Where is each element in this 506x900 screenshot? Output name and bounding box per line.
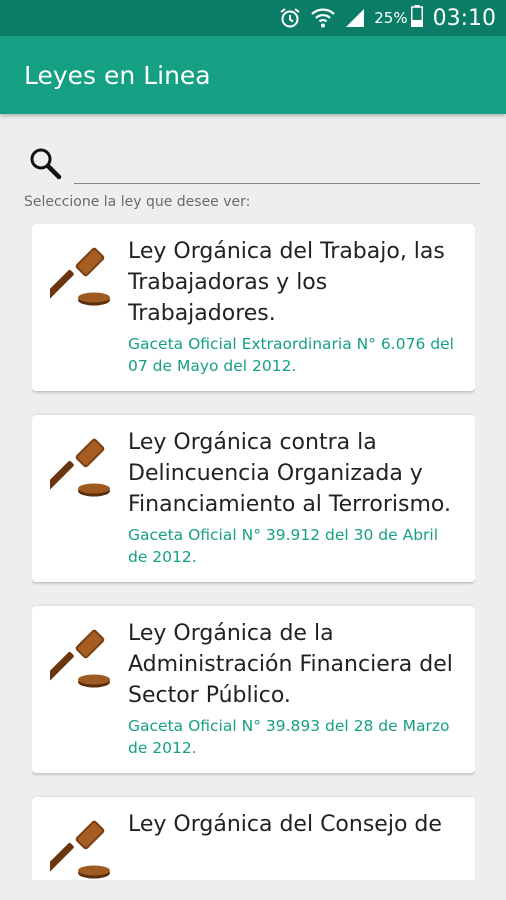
law-gazette: Gaceta Oficial N° 39.893 del 28 de Marzo…: [128, 717, 450, 757]
law-list: Ley Orgánica del Trabajo, las Trabajador…: [32, 224, 475, 880]
law-card[interactable]: Ley Orgánica del Consejo de: [32, 797, 475, 880]
gavel-icon: [44, 815, 112, 880]
wifi-icon: [310, 6, 336, 30]
search-icon[interactable]: [28, 146, 62, 180]
gavel-icon: [44, 624, 112, 690]
law-title: Ley Orgánica contra la Delincuencia Orga…: [128, 430, 451, 517]
law-title: Ley Orgánica del Consejo de: [128, 812, 442, 837]
gavel-icon: [44, 433, 112, 499]
law-gazette: Gaceta Oficial N° 39.912 del 30 de Abril…: [128, 526, 439, 566]
bottom-edge: [0, 880, 506, 900]
battery-icon: [410, 5, 423, 31]
law-title: Ley Orgánica de la Administración Financ…: [128, 621, 453, 708]
law-card[interactable]: Ley Orgánica contra la Delincuencia Orga…: [32, 415, 475, 582]
search-input[interactable]: [74, 142, 480, 184]
app-bar: Leyes en Linea: [0, 36, 506, 114]
alarm-icon: [278, 6, 302, 30]
clock-time: 03:10: [432, 5, 496, 31]
law-title: Ley Orgánica del Trabajo, las Trabajador…: [128, 239, 445, 326]
law-gazette: Gaceta Oficial Extraordinaria N° 6.076 d…: [128, 335, 454, 375]
battery-percent: 25%: [374, 9, 408, 27]
app-title: Leyes en Linea: [24, 60, 211, 90]
search-bar: [28, 142, 480, 184]
signal-icon: [344, 7, 366, 29]
instruction-label: Seleccione la ley que desee ver:: [24, 194, 251, 210]
law-card[interactable]: Ley Orgánica de la Administración Financ…: [32, 606, 475, 773]
gavel-icon: [44, 242, 112, 308]
law-card[interactable]: Ley Orgánica del Trabajo, las Trabajador…: [32, 224, 475, 391]
status-bar: 25% 03:10: [0, 0, 506, 36]
